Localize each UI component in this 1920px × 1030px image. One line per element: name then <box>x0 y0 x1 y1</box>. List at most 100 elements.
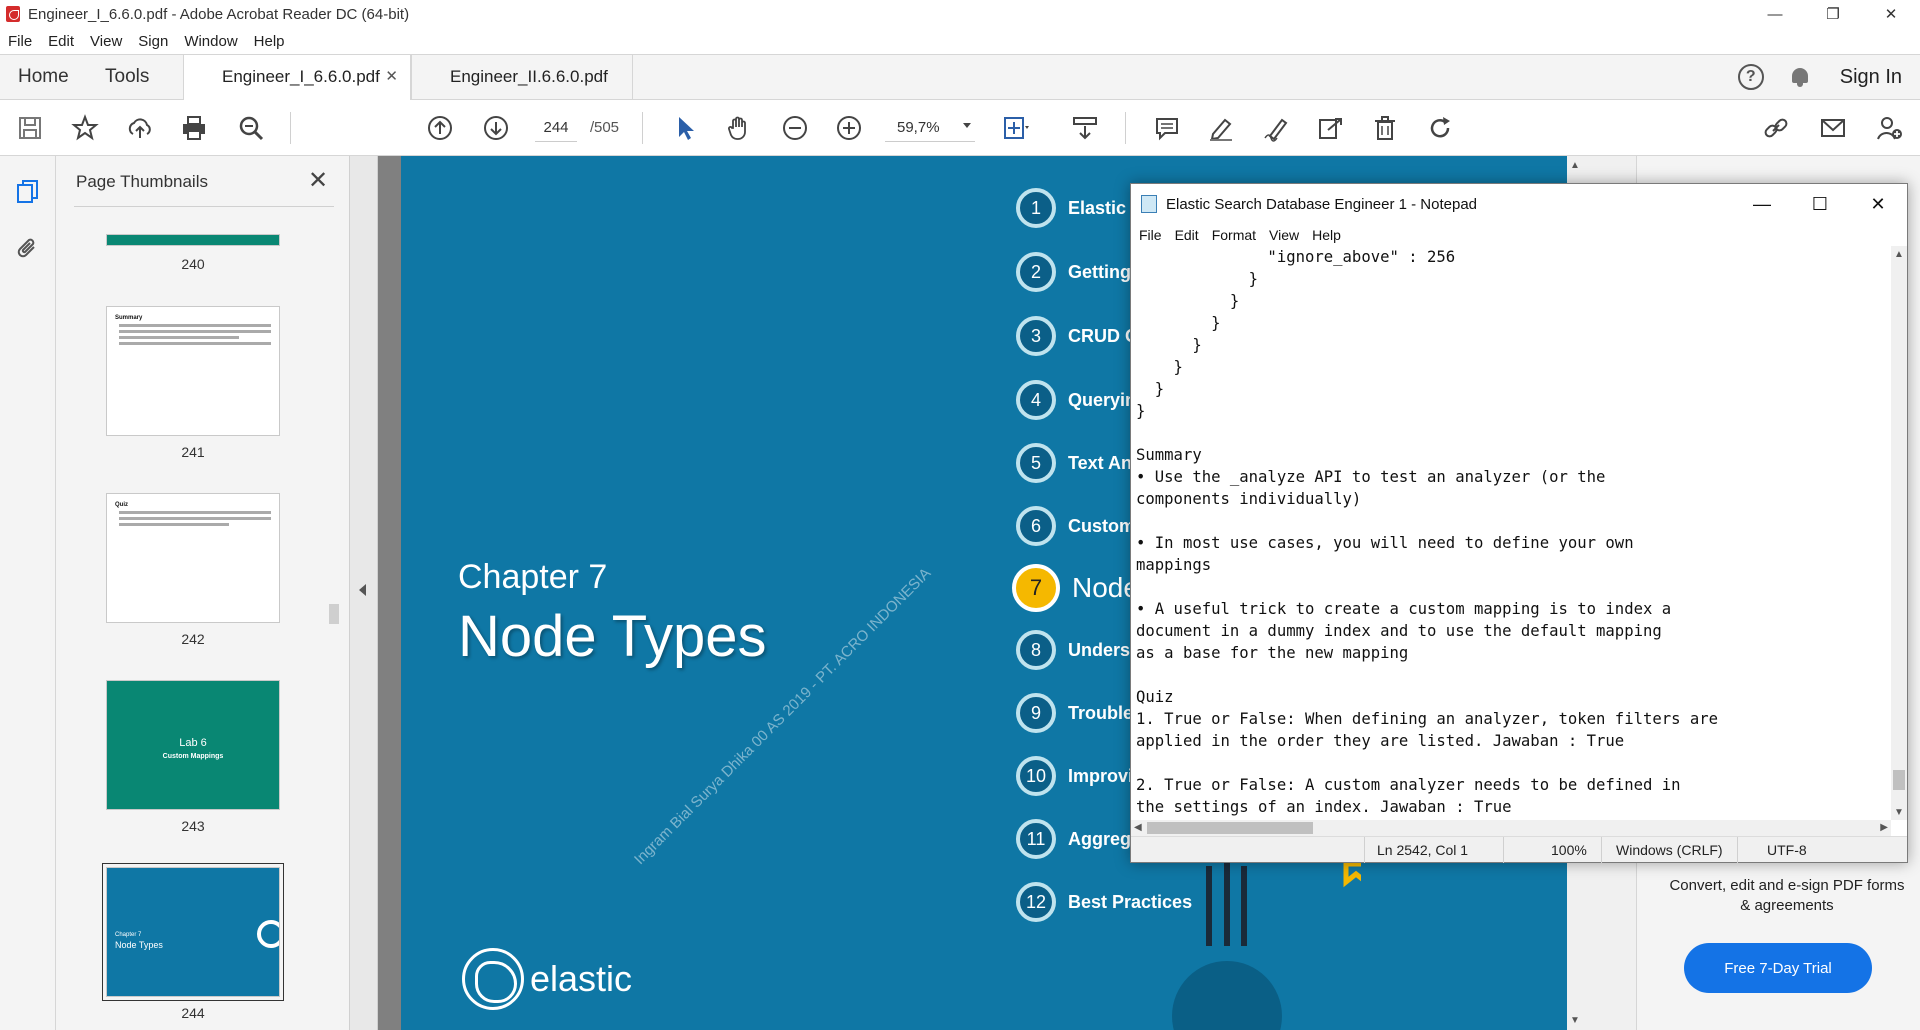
status-divider <box>1601 837 1602 863</box>
page-thumbnails-panel: Page Thumbnails ✕ 240 Summary 241 Quiz 2… <box>56 156 350 1030</box>
menu-file[interactable]: File <box>8 33 32 50</box>
attachment-paperclip-icon[interactable] <box>14 234 42 267</box>
close-button[interactable]: ✕ <box>1862 0 1920 28</box>
zoom-search-icon[interactable] <box>236 113 266 143</box>
scroll-up-icon[interactable]: ▲ <box>1570 160 1580 171</box>
print-icon[interactable] <box>179 113 209 143</box>
scroll-down-icon[interactable]: ▼ <box>1570 1015 1580 1026</box>
tab-tools[interactable]: Tools <box>105 55 149 99</box>
thumbnail-line <box>119 523 229 526</box>
previous-page-icon[interactable] <box>425 113 455 143</box>
left-navigation-rail <box>0 156 56 1030</box>
help-icon[interactable]: ? <box>1737 64 1764 90</box>
notepad-text-line: } <box>1136 358 1183 376</box>
window-controls: — ❐ ✕ <box>1746 0 1920 28</box>
notepad-statusbar: Ln 2542, Col 1 100% Windows (CRLF) UTF-8 <box>1131 836 1907 863</box>
menu-sign[interactable]: Sign <box>138 33 168 50</box>
notification-bell-icon[interactable] <box>1790 66 1810 88</box>
notepad-menu-format[interactable]: Format <box>1212 227 1256 243</box>
toolbar-divider <box>642 112 643 144</box>
edit-export-icon[interactable] <box>1315 113 1345 143</box>
notepad-menu-edit[interactable]: Edit <box>1175 227 1199 243</box>
toolbar-divider <box>290 112 291 144</box>
doc-tab-engineer-2[interactable]: Engineer_II.6.6.0.pdf <box>411 55 633 101</box>
scrolling-mode-icon[interactable] <box>1070 113 1100 143</box>
sign-pen-icon[interactable] <box>1261 113 1291 143</box>
delete-trash-icon[interactable] <box>1370 113 1400 143</box>
fit-page-icon[interactable] <box>1000 113 1030 143</box>
upload-cloud-icon[interactable] <box>125 113 155 143</box>
collapse-panel-handle[interactable] <box>350 156 378 1030</box>
restore-button[interactable]: ❐ <box>1804 0 1862 28</box>
thumbnail-243[interactable]: Lab 6 Custom Mappings <box>106 680 280 810</box>
thumbnail-heading: Quiz <box>115 502 128 508</box>
notepad-close-button[interactable]: ✕ <box>1849 184 1907 224</box>
thumbnail-subheading: Custom Mappings <box>162 753 224 760</box>
scrollbar-thumb[interactable] <box>1893 770 1905 790</box>
email-envelope-icon[interactable] <box>1818 113 1848 143</box>
total-pages: 505 <box>594 119 620 136</box>
bookmark-star-icon[interactable] <box>70 113 100 143</box>
status-divider <box>1737 837 1738 863</box>
notepad-text-line <box>1136 752 1891 774</box>
toc-label: Node <box>1072 572 1139 603</box>
thumbnail-heading: Lab 6 <box>179 737 207 749</box>
scroll-up-icon[interactable]: ▲ <box>1894 249 1904 260</box>
zoom-out-icon[interactable] <box>780 113 810 143</box>
notepad-menu-view[interactable]: View <box>1269 227 1299 243</box>
scrollbar-thumb[interactable] <box>329 604 339 624</box>
select-cursor-icon[interactable] <box>670 113 700 143</box>
page-number-input[interactable] <box>535 114 577 142</box>
free-trial-button[interactable]: Free 7-Day Trial <box>1684 943 1872 993</box>
minimize-button[interactable]: — <box>1746 0 1804 28</box>
notepad-minimize-button[interactable]: — <box>1733 184 1791 224</box>
add-user-icon[interactable] <box>1874 113 1904 143</box>
scroll-right-icon[interactable]: ▶ <box>1880 822 1888 833</box>
close-panel-icon[interactable]: ✕ <box>308 166 328 195</box>
thumbnail-scrollbar[interactable] <box>326 234 342 1024</box>
zoom-in-icon[interactable] <box>834 113 864 143</box>
status-cursor-position: Ln 2542, Col 1 <box>1377 842 1469 858</box>
toc-number: 4 <box>1016 380 1056 420</box>
toc-label: Custom <box>1068 515 1135 536</box>
notepad-maximize-button[interactable]: ☐ <box>1791 184 1849 224</box>
notepad-horizontal-scrollbar[interactable]: ◀ ▶ <box>1131 820 1891 836</box>
hand-tool-icon[interactable] <box>724 113 754 143</box>
thumbnail-line <box>119 336 239 339</box>
thumbnail-244[interactable]: Chapter 7 Node Types <box>102 863 284 1001</box>
menu-help[interactable]: Help <box>254 33 285 50</box>
tab-home[interactable]: Home <box>18 55 69 99</box>
toc-item: 5 Text Ana <box>1016 441 1142 485</box>
thumbnail-241[interactable]: Summary <box>106 306 280 436</box>
scroll-down-icon[interactable]: ▼ <box>1894 807 1904 818</box>
menu-window[interactable]: Window <box>184 33 237 50</box>
highlight-pen-icon[interactable] <box>1206 113 1236 143</box>
next-page-icon[interactable] <box>481 113 511 143</box>
tab-close-icon[interactable]: ✕ <box>385 55 398 99</box>
notepad-text-area[interactable]: "ignore_above" : 256 } } } } } }} Summar… <box>1131 246 1891 820</box>
share-link-icon[interactable] <box>1761 113 1791 143</box>
menu-view[interactable]: View <box>90 33 122 50</box>
sign-in-button[interactable]: Sign In <box>1840 66 1902 89</box>
toc-number: 12 <box>1016 882 1056 922</box>
notepad-vertical-scrollbar[interactable]: ▲ ▼ <box>1891 246 1907 820</box>
doc-tab-engineer-1[interactable]: Engineer_I_6.6.0.pdf ✕ <box>183 55 411 101</box>
notepad-menu-help[interactable]: Help <box>1312 227 1341 243</box>
thumbnail-line <box>119 330 271 333</box>
comment-icon[interactable] <box>1152 113 1182 143</box>
thumbnail-242[interactable]: Quiz <box>106 493 280 623</box>
notepad-text-line: } <box>1136 402 1146 420</box>
zoom-level-select[interactable]: 59,7% <box>885 114 975 142</box>
toc-number: 11 <box>1016 819 1056 859</box>
notepad-window: Elastic Search Database Engineer 1 - Not… <box>1130 183 1908 863</box>
notepad-text-line: "ignore_above" : 256 <box>1136 248 1456 266</box>
save-icon[interactable] <box>15 113 45 143</box>
thumbnail-240[interactable] <box>106 234 280 246</box>
rotate-redo-icon[interactable] <box>1425 113 1455 143</box>
notepad-menu-file[interactable]: File <box>1139 227 1162 243</box>
menu-edit[interactable]: Edit <box>48 33 74 50</box>
scroll-left-icon[interactable]: ◀ <box>1134 822 1142 833</box>
scrollbar-thumb[interactable] <box>1147 822 1313 834</box>
page-thumbnails-icon[interactable] <box>14 178 42 211</box>
promo-text: Convert, edit and e-sign PDF forms & agr… <box>1669 877 1905 914</box>
